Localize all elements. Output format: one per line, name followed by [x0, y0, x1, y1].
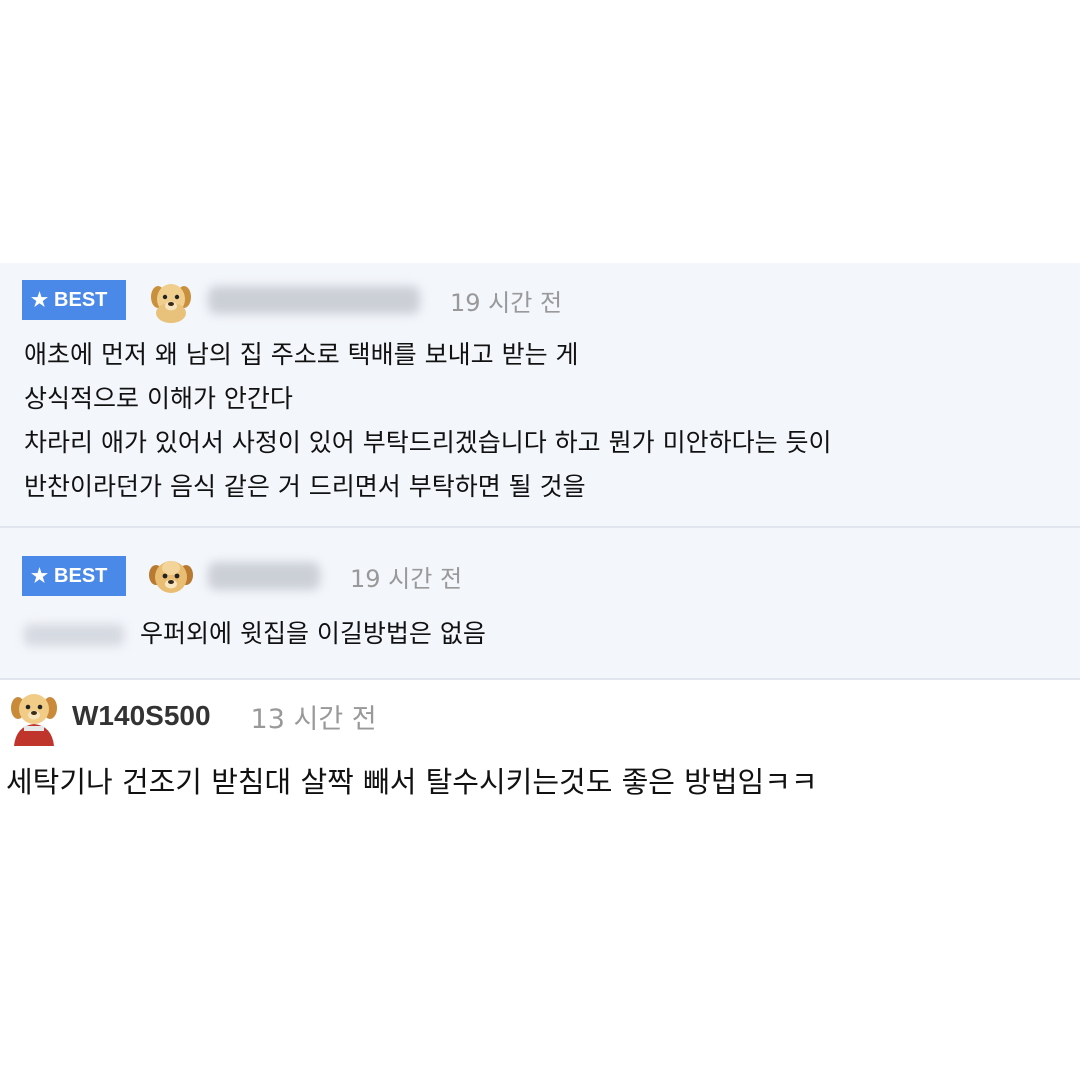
comment-text-line: 반찬이라던가 음식 같은 거 드리면서 부탁하면 될 것을	[24, 472, 586, 501]
star-icon: ★	[31, 565, 49, 587]
comment-body: 애초에 먼저 왜 남의 집 주소로 택배를 보내고 받는 게 상식적으로 이해가…	[24, 333, 832, 509]
blurred-username[interactable]	[208, 562, 320, 590]
username[interactable]: W140S500	[72, 700, 211, 732]
blurred-username[interactable]	[208, 286, 420, 314]
comment-text-line: 상식적으로 이해가 안간다	[24, 384, 293, 413]
comment-time: 19 시간 전	[350, 564, 463, 593]
comment-text-line: 세탁기나 건조기 받침대 살짝 빼서 탈수시키는것도 좋은 방법임ㅋㅋ	[6, 765, 818, 799]
best-badge: ★ BEST	[22, 556, 126, 596]
best-comment: ★ BEST 19 시간 전 애초에 먼저 왜 남의 집 주소로 택배를 보내고…	[0, 263, 1080, 528]
comment-text-line: 애초에 먼저 왜 남의 집 주소로 택배를 보내고 받는 게	[24, 340, 579, 369]
comment-text-line: 차라리 애가 있어서 사정이 있어 부탁드리겠습니다 하고 뭔가 미안하다는 듯…	[24, 428, 832, 457]
comment-meta: ★ BEST 19 시간 전	[22, 551, 462, 601]
comment-time: 13 시간 전	[250, 703, 377, 735]
puppy-avatar-icon[interactable]	[146, 551, 196, 601]
comment: W140S500 13 시간 전 세탁기나 건조기 받침대 살짝 빼서 탈수시키…	[0, 680, 1080, 840]
comment-text-line: 우퍼외에 윗집을 이길방법은 없음	[24, 612, 486, 656]
best-comment: ★ BEST 19 시간 전 우퍼외에 윗집을 이길방법은 없음	[0, 528, 1080, 680]
comment-time: 19 시간 전	[450, 288, 563, 317]
comment-meta: ★ BEST 19 시간 전	[22, 275, 562, 325]
comment-body: 우퍼외에 윗집을 이길방법은 없음	[24, 612, 486, 656]
comment-text: 우퍼외에 윗집을 이길방법은 없음	[140, 619, 486, 648]
best-badge-label: BEST	[54, 288, 108, 311]
blurred-mention	[24, 624, 124, 646]
best-badge-label: BEST	[54, 564, 108, 587]
dog-avatar-icon[interactable]	[146, 275, 196, 325]
comment-body: 세탁기나 건조기 받침대 살짝 빼서 탈수시키는것도 좋은 방법임ㅋㅋ	[6, 760, 818, 804]
best-badge: ★ BEST	[22, 280, 126, 320]
star-icon: ★	[31, 289, 49, 311]
dog-in-sweater-avatar-icon[interactable]	[6, 686, 62, 746]
comment-meta: W140S500 13 시간 전	[6, 686, 377, 746]
